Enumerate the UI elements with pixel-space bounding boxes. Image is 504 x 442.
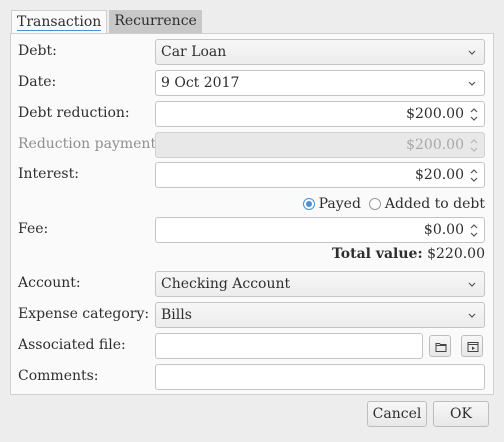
date-row: Date: 9 Oct 2017 (11, 70, 495, 96)
total-value: Total value: $220.00 (332, 246, 485, 262)
account-value: Checking Account (161, 276, 291, 292)
radio-unchecked-icon (368, 198, 381, 210)
ok-button[interactable]: OK (433, 401, 489, 427)
interest-row: Interest: $20.00 (11, 162, 495, 188)
payed-radio[interactable]: Payed (302, 196, 361, 212)
added-to-debt-radio[interactable]: Added to debt (368, 196, 485, 212)
comments-input[interactable] (155, 364, 485, 390)
spin-arrows-icon[interactable] (469, 167, 479, 184)
spin-arrows-icon[interactable] (469, 106, 479, 123)
payed-radio-label: Payed (318, 196, 361, 212)
comments-label: Comments: (18, 368, 99, 384)
account-select[interactable]: Checking Account (155, 271, 485, 297)
reduction-payment-value: $200.00 (406, 137, 464, 153)
date-value: 9 Oct 2017 (161, 75, 240, 91)
chevron-down-icon (468, 282, 476, 287)
fee-label: Fee: (18, 221, 49, 237)
fee-input[interactable]: $0.00 (155, 217, 485, 243)
expense-category-select[interactable]: Bills (155, 302, 485, 328)
interest-value: $20.00 (415, 167, 464, 183)
account-row: Account: Checking Account (11, 271, 495, 297)
added-to-debt-radio-label: Added to debt (384, 196, 485, 212)
chevron-down-icon[interactable] (467, 75, 477, 91)
open-file-icon (467, 342, 479, 352)
debt-reduction-row: Debt reduction: $200.00 (11, 101, 495, 127)
debt-value: Car Loan (161, 44, 227, 60)
debt-select[interactable]: Car Loan (155, 39, 485, 65)
open-file-button[interactable] (461, 335, 483, 357)
browse-file-button[interactable] (429, 335, 451, 357)
associated-file-input[interactable] (155, 333, 423, 359)
date-label: Date: (18, 74, 57, 90)
tab-recurrence-label: Recurrence (114, 13, 197, 29)
tab-recurrence[interactable]: Recurrence (109, 10, 202, 34)
debt-row: Debt: Car Loan (11, 39, 495, 65)
radio-checked-icon (302, 198, 315, 210)
expense-category-row: Expense category: Bills (11, 302, 495, 328)
reduction-payment-input: $200.00 (155, 132, 485, 158)
associated-file-label: Associated file: (18, 337, 126, 353)
debt-reduction-value: $200.00 (406, 106, 464, 122)
expense-category-value: Bills (161, 307, 192, 323)
reduction-payment-row: Reduction payment: $200.00 (11, 132, 495, 158)
cancel-button[interactable]: Cancel (367, 401, 427, 427)
comments-row: Comments: (11, 364, 495, 390)
associated-file-row: Associated file: (11, 333, 495, 359)
debt-reduction-input[interactable]: $200.00 (155, 101, 485, 127)
account-label: Account: (18, 275, 81, 291)
chevron-down-icon (468, 50, 476, 55)
expense-category-label: Expense category: (18, 306, 150, 322)
chevron-down-icon (468, 313, 476, 318)
total-label: Total value: (331, 246, 423, 262)
spin-arrows-icon[interactable] (469, 222, 479, 239)
total-amount: $220.00 (427, 246, 485, 262)
fee-row: Fee: $0.00 (11, 217, 495, 243)
interest-input[interactable]: $20.00 (155, 162, 485, 188)
tab-transaction-label: Transaction (17, 14, 102, 31)
reduction-payment-label: Reduction payment: (18, 136, 161, 152)
tab-transaction[interactable]: Transaction (11, 10, 108, 34)
interest-label: Interest: (18, 166, 79, 182)
spin-arrows-icon (470, 139, 478, 152)
folder-icon (435, 343, 447, 352)
debt-reduction-label: Debt reduction: (18, 105, 130, 121)
debt-label: Debt: (18, 43, 57, 59)
fee-value: $0.00 (423, 222, 464, 238)
tab-bar: Transaction Recurrence (11, 10, 202, 34)
interest-radio-group: Payed Added to debt (295, 195, 485, 213)
transaction-panel: Debt: Car Loan Date: 9 Oct 2017 Debt red… (10, 33, 494, 395)
date-picker[interactable]: 9 Oct 2017 (155, 70, 485, 96)
